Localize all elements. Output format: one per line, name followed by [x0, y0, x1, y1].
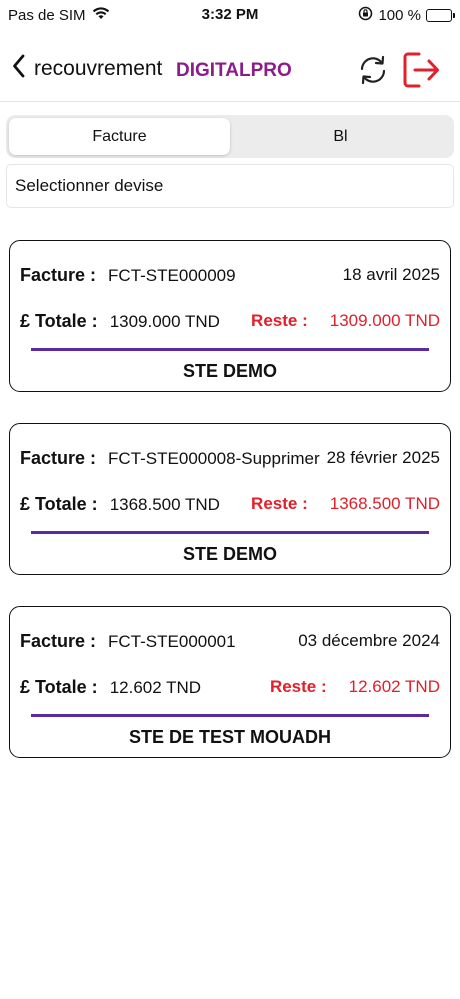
invoice-total: 1309.000 TND: [109, 312, 220, 331]
invoice-amount-row: £ Totale : 1368.500 TND Reste : 1368.500…: [20, 494, 440, 515]
client-name: STE DEMO: [182, 544, 277, 564]
invoice-amount-row: £ Totale : 12.602 TND Reste : 12.602 TND: [20, 677, 440, 698]
client-name: STE DEMO: [182, 361, 277, 381]
invoice-reste: 12.602 TND: [348, 677, 440, 696]
invoice-number: FCT-STE000001: [108, 632, 236, 651]
invoice-number: FCT-STE000009: [108, 266, 236, 285]
client-name: STE DE TEST MOUADH: [128, 727, 331, 747]
totale-label: £ Totale :: [20, 677, 98, 697]
battery-charging-icon: [426, 9, 455, 22]
reste-group: Reste : 1368.500 TND: [251, 494, 440, 514]
logout-button[interactable]: [400, 48, 442, 92]
reste-group: Reste : 1309.000 TND: [251, 311, 440, 331]
invoice-date: 28 février 2025: [326, 448, 440, 467]
reste-group: Reste : 12.602 TND: [270, 677, 440, 697]
invoice-reste: 1368.500 TND: [329, 494, 440, 513]
reste-label: Reste :: [251, 311, 308, 330]
invoice-card[interactable]: Facture : FCT-STE000009 18 avril 2025 £ …: [9, 240, 451, 392]
orientation-lock-icon: [358, 6, 373, 25]
facture-label: Facture :: [20, 631, 97, 651]
invoice-header-row: Facture : FCT-STE000008-Supprimer 28 fév…: [20, 448, 440, 469]
card-divider: [31, 714, 429, 717]
invoice-amount-row: £ Totale : 1309.000 TND Reste : 1309.000…: [20, 311, 440, 332]
totale-label: £ Totale :: [20, 311, 98, 331]
card-divider: [31, 531, 429, 534]
status-right: 100 %: [358, 6, 455, 25]
card-divider: [31, 348, 429, 351]
tab-bl[interactable]: Bl: [230, 118, 451, 155]
invoice-total: 1368.500 TND: [109, 495, 220, 514]
invoice-date: 03 décembre 2024: [298, 631, 440, 650]
logout-icon: [400, 52, 442, 96]
invoice-total: 12.602 TND: [109, 678, 202, 697]
chevron-left-icon: [12, 54, 26, 83]
document-type-tabs: Facture Bl: [6, 115, 454, 158]
totale-label: £ Totale :: [20, 494, 98, 514]
status-bar: Pas de SIM 3:32 PM 100 %: [0, 0, 460, 30]
tab-facture[interactable]: Facture: [9, 118, 230, 155]
battery-percent: 100 %: [378, 7, 421, 24]
currency-select[interactable]: Selectionner devise: [6, 164, 454, 208]
invoice-card[interactable]: Facture : FCT-STE000008-Supprimer 28 fév…: [9, 423, 451, 575]
facture-label: Facture :: [20, 265, 97, 285]
refresh-button[interactable]: [356, 52, 390, 88]
brand-title: DIGITALPRO: [176, 60, 292, 81]
reste-label: Reste :: [269, 677, 327, 696]
invoice-reste: 1309.000 TND: [329, 311, 440, 330]
invoice-number: FCT-STE000008-Supprimer: [108, 449, 320, 468]
reste-label: Reste :: [251, 494, 308, 513]
back-button[interactable]: recouvrement: [12, 54, 162, 83]
invoice-header-row: Facture : FCT-STE000009 18 avril 2025: [20, 265, 440, 286]
back-label: recouvrement: [34, 56, 163, 80]
facture-label: Facture :: [20, 448, 97, 468]
invoice-date: 18 avril 2025: [342, 265, 440, 284]
invoice-card[interactable]: Facture : FCT-STE000001 03 décembre 2024…: [9, 606, 451, 758]
refresh-icon: [356, 55, 390, 92]
invoice-header-row: Facture : FCT-STE000001 03 décembre 2024: [20, 631, 440, 652]
nav-bar: recouvrement DIGITALPRO: [0, 40, 460, 102]
